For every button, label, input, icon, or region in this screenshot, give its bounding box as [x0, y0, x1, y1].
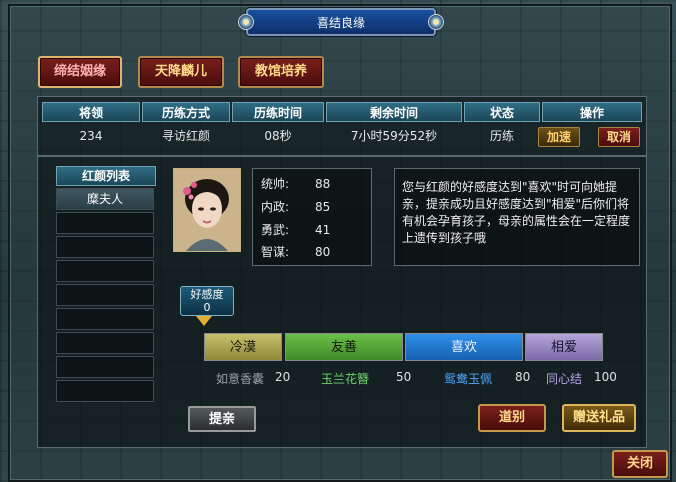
cell-general: 234	[79, 129, 103, 143]
favor-pointer-icon	[196, 316, 212, 326]
window-title-bar: 喜结良缘	[238, 8, 444, 36]
description-text: 您与红颜的好感度达到"喜欢"时可向她提亲，提亲成功且好感度达到"相爱"后你们将有…	[402, 180, 631, 245]
send-gift-button[interactable]: 赠送礼品	[562, 404, 636, 432]
close-button[interactable]: 关闭	[612, 450, 668, 478]
stat-intellect: 智谋: 80	[261, 245, 331, 259]
stage-like: 喜欢	[405, 333, 523, 361]
gift-ruyi-sachet: 如意香囊	[216, 372, 265, 386]
beauty-list-header: 红颜列表	[56, 166, 156, 186]
col-operation: 操作	[542, 102, 642, 122]
list-item-empty	[56, 308, 154, 330]
list-item-empty	[56, 260, 154, 282]
list-item-empty	[56, 236, 154, 258]
col-train-time: 历练时间	[232, 102, 324, 122]
list-item-empty	[56, 284, 154, 306]
tab-school[interactable]: 教馆培养	[238, 56, 324, 88]
tab-marriage[interactable]: 缔结姻缘	[38, 56, 122, 88]
cell-method: 寻访红颜	[161, 129, 210, 143]
cancel-button[interactable]: 取消	[598, 127, 640, 147]
gift-love-knot: 同心结	[546, 372, 583, 386]
table-header: 将领 历练方式 历练时间 剩余时间 状态 操作	[42, 102, 642, 122]
stat-valor: 勇武: 41	[261, 223, 331, 237]
col-method: 历练方式	[142, 102, 230, 122]
threshold-20: 20	[275, 370, 291, 384]
list-item-empty	[56, 212, 154, 234]
propose-button[interactable]: 提亲	[188, 406, 256, 432]
window-title: 喜结良缘	[316, 16, 365, 30]
farewell-button[interactable]: 道别	[478, 404, 546, 432]
cell-train-time: 08秒	[264, 129, 292, 143]
col-remaining: 剩余时间	[326, 102, 462, 122]
threshold-100: 100	[594, 370, 617, 384]
gift-mandarin-jade: 鸳鸯玉佩	[444, 372, 493, 386]
cell-remaining: 7小时59分52秒	[350, 129, 438, 143]
list-item-empty	[56, 332, 154, 354]
list-item-empty	[56, 356, 154, 378]
training-table: 将领 历练方式 历练时间 剩余时间 状态 操作 234 寻访红颜 08秒 7小时…	[37, 96, 647, 156]
speed-up-button[interactable]: 加速	[538, 127, 580, 147]
stat-politics: 内政: 85	[261, 200, 331, 214]
list-item[interactable]: 糜夫人	[56, 188, 154, 210]
table-row: 234 寻访红颜 08秒 7小时59分52秒 历练 加速 取消	[42, 127, 642, 147]
description-panel: 您与红颜的好感度达到"喜欢"时可向她提亲，提亲成功且好感度达到"相爱"后你们将有…	[394, 168, 640, 266]
portrait-image	[174, 169, 240, 251]
col-general: 将领	[42, 102, 140, 122]
stage-cold: 冷漠	[204, 333, 282, 361]
threshold-80: 80	[515, 370, 531, 384]
stage-love: 相爱	[525, 333, 603, 361]
stat-command: 统帅: 88	[261, 177, 331, 191]
threshold-50: 50	[396, 370, 412, 384]
tab-heir[interactable]: 天降麟儿	[138, 56, 224, 88]
favor-value: 0	[203, 301, 211, 314]
favor-indicator: 好感度 0	[180, 286, 234, 316]
stage-friendly: 友善	[285, 333, 403, 361]
favor-label: 好感度	[190, 288, 224, 301]
list-item-empty	[56, 380, 154, 402]
stats-panel: 统帅: 88 内政: 85 勇武: 41 智谋: 80	[252, 168, 372, 266]
gift-magnolia-hairpin: 玉兰花簪	[321, 372, 370, 386]
cell-status: 历练	[489, 129, 514, 143]
character-portrait	[173, 168, 241, 252]
col-status: 状态	[464, 102, 540, 122]
